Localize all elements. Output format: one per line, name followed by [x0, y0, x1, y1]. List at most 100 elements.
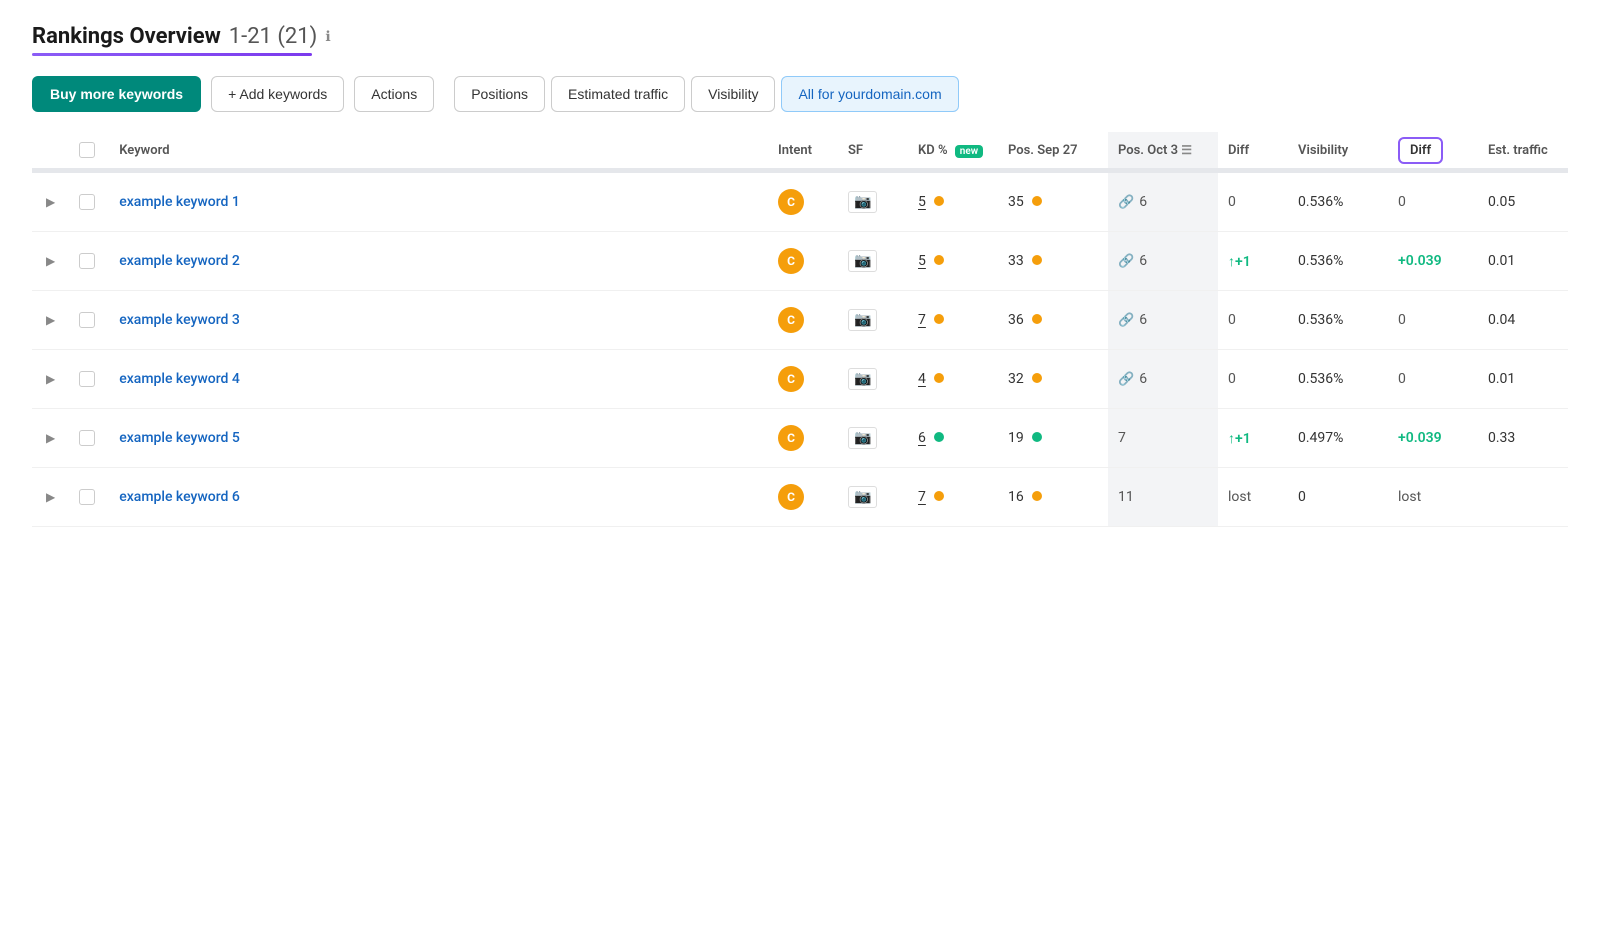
expand-button-5[interactable]: ▶ — [42, 486, 59, 508]
keyword-link-2[interactable]: example keyword 3 — [119, 312, 240, 328]
expand-button-0[interactable]: ▶ — [42, 191, 59, 213]
row-kd-5: 7 — [908, 468, 998, 527]
up-arrow-4: ↑ — [1228, 431, 1235, 447]
row-pos-oct3-3: 🔗 6 — [1108, 350, 1218, 409]
col-intent-header[interactable]: Intent — [768, 132, 838, 169]
row-visibility-4: 0.497% — [1288, 409, 1388, 468]
row-diff2-4: +0.039 — [1388, 409, 1478, 468]
diff2-value-3: 0 — [1398, 371, 1406, 387]
row-expand-2[interactable]: ▶ — [32, 291, 69, 350]
row-checkbox-1[interactable] — [79, 253, 95, 269]
row-est-traffic-1: 0.01 — [1478, 232, 1568, 291]
add-keywords-button[interactable]: + Add keywords — [211, 76, 344, 112]
kd-dot-2 — [934, 314, 944, 324]
col-visibility-header[interactable]: Visibility — [1288, 132, 1388, 169]
row-checkbox-0[interactable] — [79, 194, 95, 210]
row-diff-2: 0 — [1218, 291, 1288, 350]
diff-value-3: 0 — [1228, 371, 1236, 387]
col-est-traffic-header[interactable]: Est. traffic — [1478, 132, 1568, 169]
tab-visibility[interactable]: Visibility — [691, 76, 775, 112]
col-diff2-header[interactable]: Diff — [1388, 132, 1478, 169]
row-pos-oct3-1: 🔗 6 — [1108, 232, 1218, 291]
row-checkbox-2[interactable] — [79, 312, 95, 328]
tab-domain[interactable]: All for yourdomain.com — [781, 76, 958, 112]
row-kd-0: 5 — [908, 172, 998, 232]
row-keyword-4[interactable]: example keyword 5 — [109, 409, 768, 468]
keyword-link-3[interactable]: example keyword 4 — [119, 371, 240, 387]
est-traffic-value-4: 0.33 — [1488, 430, 1515, 446]
table-wrapper: Keyword Intent SF KD % new Pos. Sep 27 P… — [32, 132, 1568, 527]
rankings-table: Keyword Intent SF KD % new Pos. Sep 27 P… — [32, 132, 1568, 527]
col-kd-header[interactable]: KD % new — [908, 132, 998, 169]
row-visibility-3: 0.536% — [1288, 350, 1388, 409]
row-keyword-3[interactable]: example keyword 4 — [109, 350, 768, 409]
row-pos-sep27-0: 35 — [998, 172, 1108, 232]
pos-oct3-value-4: 7 — [1118, 430, 1126, 446]
row-checkbox-cell-4 — [69, 409, 109, 468]
row-expand-5[interactable]: ▶ — [32, 468, 69, 527]
row-sf-4: 📷 — [838, 409, 908, 468]
keyword-link-5[interactable]: example keyword 6 — [119, 489, 240, 505]
title-underline — [32, 53, 312, 56]
row-checkbox-cell-5 — [69, 468, 109, 527]
row-pos-sep27-2: 36 — [998, 291, 1108, 350]
select-all-checkbox[interactable] — [79, 142, 95, 158]
actions-button[interactable]: Actions — [354, 76, 434, 112]
row-est-traffic-2: 0.04 — [1478, 291, 1568, 350]
buy-keywords-button[interactable]: Buy more keywords — [32, 76, 201, 112]
row-keyword-5[interactable]: example keyword 6 — [109, 468, 768, 527]
col-keyword-header[interactable]: Keyword — [109, 132, 768, 169]
row-visibility-0: 0.536% — [1288, 172, 1388, 232]
row-kd-4: 6 — [908, 409, 998, 468]
row-kd-2: 7 — [908, 291, 998, 350]
row-diff-4: ↑+1 — [1218, 409, 1288, 468]
col-pos-sep27-header[interactable]: Pos. Sep 27 — [998, 132, 1108, 169]
sf-icon-2: 📷 — [848, 309, 877, 331]
row-expand-3[interactable]: ▶ — [32, 350, 69, 409]
new-badge: new — [955, 145, 983, 158]
keyword-link-0[interactable]: example keyword 1 — [119, 194, 240, 210]
expand-button-1[interactable]: ▶ — [42, 250, 59, 272]
intent-badge-5: C — [778, 484, 804, 510]
keyword-link-4[interactable]: example keyword 5 — [119, 430, 240, 446]
tab-group: Positions Estimated traffic Visibility A… — [454, 76, 958, 112]
row-pos-oct3-4: 7 — [1108, 409, 1218, 468]
row-diff2-2: 0 — [1388, 291, 1478, 350]
diff-value-5: lost — [1228, 489, 1251, 505]
row-checkbox-4[interactable] — [79, 430, 95, 446]
col-diff-header[interactable]: Diff — [1218, 132, 1288, 169]
tab-positions[interactable]: Positions — [454, 76, 545, 112]
row-keyword-2[interactable]: example keyword 3 — [109, 291, 768, 350]
pos-dot-2 — [1032, 314, 1042, 324]
expand-button-4[interactable]: ▶ — [42, 427, 59, 449]
pos-oct3-value-0: 🔗 6 — [1118, 194, 1147, 210]
col-sf-header[interactable]: SF — [838, 132, 908, 169]
expand-button-3[interactable]: ▶ — [42, 368, 59, 390]
col-pos-oct3-header[interactable]: Pos. Oct 3 ☰ — [1108, 132, 1218, 169]
row-checkbox-3[interactable] — [79, 371, 95, 387]
keyword-link-1[interactable]: example keyword 2 — [119, 253, 240, 269]
row-expand-4[interactable]: ▶ — [32, 409, 69, 468]
kd-dot-0 — [934, 196, 944, 206]
tab-estimated-traffic[interactable]: Estimated traffic — [551, 76, 685, 112]
link-icon-3: 🔗 — [1118, 372, 1134, 387]
row-checkbox-5[interactable] — [79, 489, 95, 505]
row-diff-3: 0 — [1218, 350, 1288, 409]
diff-value-1: ↑+1 — [1228, 254, 1251, 270]
row-keyword-0[interactable]: example keyword 1 — [109, 172, 768, 232]
row-expand-0[interactable]: ▶ — [32, 172, 69, 232]
kd-value-0: 5 — [918, 194, 926, 210]
diff-value-2: 0 — [1228, 312, 1236, 328]
row-expand-1[interactable]: ▶ — [32, 232, 69, 291]
page-range: 1-21 (21) — [229, 24, 318, 49]
row-pos-oct3-0: 🔗 6 — [1108, 172, 1218, 232]
visibility-value-0: 0.536% — [1298, 194, 1343, 210]
row-pos-oct3-2: 🔗 6 — [1108, 291, 1218, 350]
sf-icon-0: 📷 — [848, 191, 877, 213]
up-arrow-1: ↑ — [1228, 254, 1235, 270]
row-diff2-1: +0.039 — [1388, 232, 1478, 291]
row-keyword-1[interactable]: example keyword 2 — [109, 232, 768, 291]
diff-highlighted-header: Diff — [1398, 137, 1443, 164]
expand-button-2[interactable]: ▶ — [42, 309, 59, 331]
info-icon[interactable]: ℹ — [325, 29, 330, 45]
